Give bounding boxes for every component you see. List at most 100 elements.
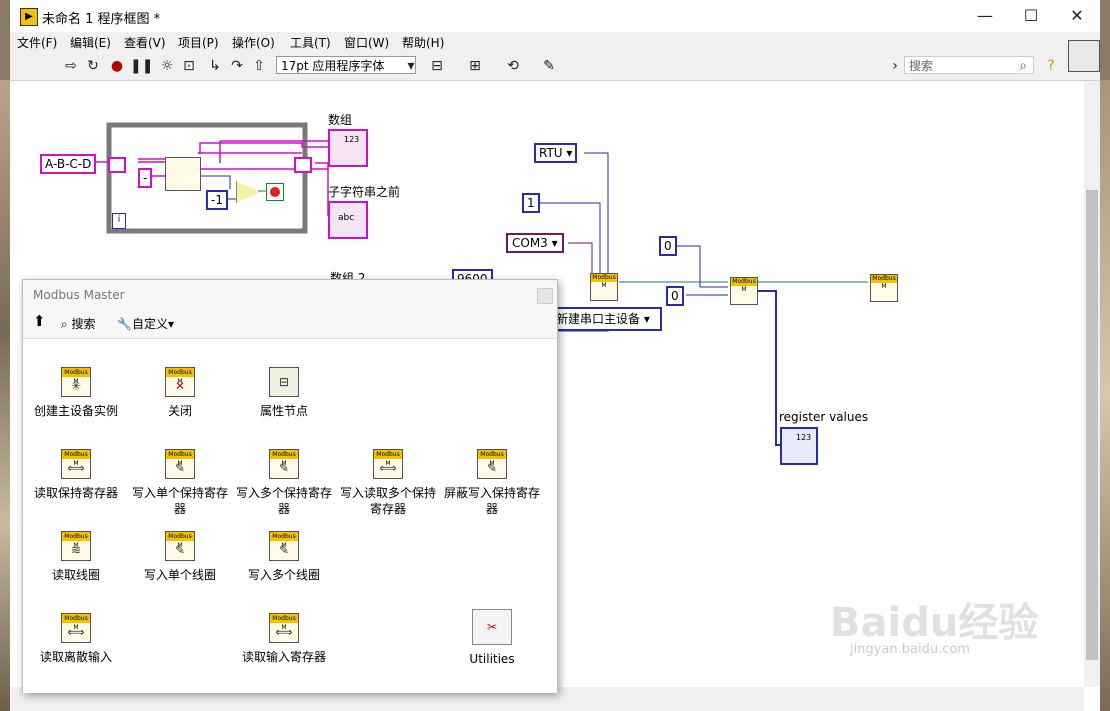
align-objects-icon[interactable]: ⊟ (428, 57, 446, 75)
font-select[interactable]: 17pt 应用程序字体 (276, 56, 416, 74)
close-button[interactable]: ✕ (1054, 0, 1100, 32)
substring-indicator[interactable]: abc (328, 201, 368, 239)
array-indicator[interactable]: 123 (328, 129, 368, 167)
search-arrow-icon[interactable]: › (886, 57, 904, 75)
step-out-icon[interactable]: ⇧ (250, 57, 268, 75)
magnifier-icon: ⌕ (61, 317, 72, 331)
toolbar: ⇨ ↻ ● ❚❚ ☼ ⊡ ↳ ↷ ⇧ 17pt 应用程序字体 ▾ ⊟ ⊞ ⟲ ✎… (10, 52, 1100, 81)
palette-item-write-single-coil[interactable]: Modbus M ✎ 写入单个线圈 (128, 531, 232, 583)
right-shift-register[interactable] (294, 157, 312, 173)
new-serial-master-selector[interactable]: 新建串口主设备 ▾ (550, 307, 662, 331)
array-index-text: 123 (344, 135, 360, 144)
menu-edit[interactable]: 编辑(E) (70, 34, 111, 51)
palette-item-mask-write[interactable]: Modbus M ✎ 屏蔽写入保持寄存器 (440, 449, 544, 517)
vi-icon[interactable] (1068, 40, 1100, 72)
palette-item-utilities[interactable]: ✂ Utilities (440, 609, 544, 667)
maximize-button[interactable]: ☐ (1008, 0, 1054, 32)
toolbox-folder-icon: ✂ (472, 609, 512, 645)
count-constant[interactable]: 0 (666, 286, 684, 306)
com-wire (568, 242, 593, 277)
up-arrow-icon[interactable]: ⬆ (33, 312, 46, 330)
run-continuously-icon[interactable]: ↻ (84, 57, 102, 75)
com-resource-constant[interactable]: COM3 ▾ (506, 233, 564, 253)
palette-item-close[interactable]: Modbus M ✕ 关闭 (128, 367, 232, 419)
menu-help[interactable]: 帮助(H) (402, 34, 444, 51)
minimize-button[interactable]: — (962, 0, 1008, 32)
separator-constant[interactable]: - (138, 168, 153, 188)
step-over-icon[interactable]: ↷ (228, 57, 246, 75)
palette-close-button[interactable] (537, 288, 553, 304)
palette-item-read-write-multiple[interactable]: Modbus M ⟺ 写入读取多个保持寄存器 (336, 449, 440, 517)
read-holding-registers-node[interactable]: Modbus M (730, 277, 758, 305)
menu-operate[interactable]: 操作(O) (232, 34, 275, 51)
register-values-wire (758, 290, 780, 446)
help-icon[interactable]: ? (1042, 57, 1060, 75)
iteration-terminal: i (112, 213, 126, 229)
menu-bar: 文件(F) 编辑(E) 查看(V) 项目(P) 操作(O) 工具(T) 窗口(W… (10, 32, 1100, 52)
neg-one-constant[interactable]: -1 (206, 190, 228, 210)
palette-search-label: 搜索 (71, 317, 96, 331)
palette-item-read-discrete[interactable]: Modbus M ⟺ 读取离散输入 (24, 613, 128, 665)
palette-item-label: 写入单个保持寄存器 (131, 486, 228, 516)
highlight-execution-icon[interactable]: ☼ (158, 57, 176, 75)
slave-id-constant[interactable]: 1 (522, 193, 540, 213)
modbus-master-palette: Modbus Master ⬆ ⌕ 搜索 🔧自定义▾ Modbus M ✳ 创建主设… (22, 279, 558, 693)
palette-item-write-multiple-holding[interactable]: Modbus M ✎ 写入多个保持寄存器 (232, 449, 336, 517)
array-wire (198, 142, 330, 154)
palette-item-read-input-registers[interactable]: Modbus M ⟺ 读取输入寄存器 (232, 613, 336, 665)
abort-icon[interactable]: ● (108, 57, 126, 75)
palette-item-read-coils[interactable]: Modbus M ≋ 读取线圈 (24, 531, 128, 583)
menu-view[interactable]: 查看(V) (124, 34, 166, 51)
stop-condition-icon[interactable] (266, 183, 284, 201)
distribute-objects-icon[interactable]: ⊞ (466, 57, 484, 75)
palette-item-write-single-holding[interactable]: Modbus M ✎ 写入单个保持寄存器 (128, 449, 232, 517)
step-into-icon[interactable]: ↳ (206, 57, 224, 75)
palette-item-label: Utilities (469, 652, 515, 666)
create-master-node[interactable]: Modbus M (590, 273, 618, 301)
property-node-icon: ⊟ (269, 367, 299, 397)
menu-tools[interactable]: 工具(T) (290, 34, 331, 51)
com-text: COM3 (512, 236, 548, 250)
register-values-indicator[interactable]: 123 (780, 427, 818, 465)
palette-customize-label: 自定义▾ (131, 317, 174, 331)
read-coils-icon: Modbus M ≋ (61, 531, 91, 561)
search-icon[interactable]: ⌕ (1014, 57, 1032, 75)
vertical-scrollbar-thumb[interactable] (1086, 190, 1098, 660)
palette-title: Modbus Master (33, 288, 125, 302)
palette-item-property-node[interactable]: ⊟ 属性节点 (232, 367, 336, 419)
left-shift-register[interactable] (108, 157, 126, 173)
palette-item-label: 读取输入寄存器 (241, 650, 326, 664)
menu-window[interactable]: 窗口(W) (344, 34, 389, 51)
rtu-enum-constant[interactable]: RTU ▾ (534, 143, 578, 163)
palette-item-label: 属性节点 (259, 404, 308, 418)
chevron-down-icon[interactable]: ▾ (402, 57, 420, 75)
match-pattern-function[interactable] (165, 157, 201, 191)
wrench-icon: 🔧 (117, 317, 132, 331)
run-icon[interactable]: ⇨ (62, 57, 80, 75)
palette-item-label: 读取离散输入 (39, 650, 112, 664)
write-multiple-coils-icon: Modbus M ✎ (269, 531, 299, 561)
watermark: Baidu经验 (830, 600, 1039, 646)
reorder-icon[interactable]: ⟲ (504, 57, 522, 75)
palette-item-read-holding[interactable]: Modbus M ⟺ 读取保持寄存器 (24, 449, 128, 501)
start-address-constant[interactable]: 0 (659, 236, 677, 256)
palette-item-label: 读取保持寄存器 (33, 486, 118, 500)
palette-content: Modbus M ✳ 创建主设备实例 Modbus M ✕ 关闭 ⊟ 属性节点 Modbu… (23, 338, 557, 693)
menu-project[interactable]: 项目(P) (178, 34, 219, 51)
pause-icon[interactable]: ❚❚ (130, 57, 153, 75)
offset-wire (198, 175, 231, 189)
palette-item-create-master[interactable]: Modbus M ✳ 创建主设备实例 (24, 367, 128, 419)
string-constant[interactable]: A-B-C-D (40, 154, 97, 174)
register-values-label: register values (779, 410, 869, 424)
palette-item-write-multiple-coils[interactable]: Modbus M ✎ 写入多个线圈 (232, 531, 336, 583)
read-write-multiple-icon: Modbus M ⟺ (373, 449, 403, 479)
start-address-wire (675, 245, 728, 288)
close-node[interactable]: Modbus M (870, 274, 898, 302)
watermark-url: jingyan.baidu.com (850, 642, 970, 657)
menu-file[interactable]: 文件(F) (17, 34, 57, 51)
palette-search-button[interactable]: ⌕ 搜索 (61, 315, 96, 332)
cleanup-diagram-icon[interactable]: ✎ (540, 57, 558, 75)
palette-toolbar: ⬆ ⌕ 搜索 🔧自定义▾ (23, 310, 557, 336)
retain-wire-values-icon[interactable]: ⊡ (180, 57, 198, 75)
palette-customize-button[interactable]: 🔧自定义▾ (117, 315, 174, 332)
